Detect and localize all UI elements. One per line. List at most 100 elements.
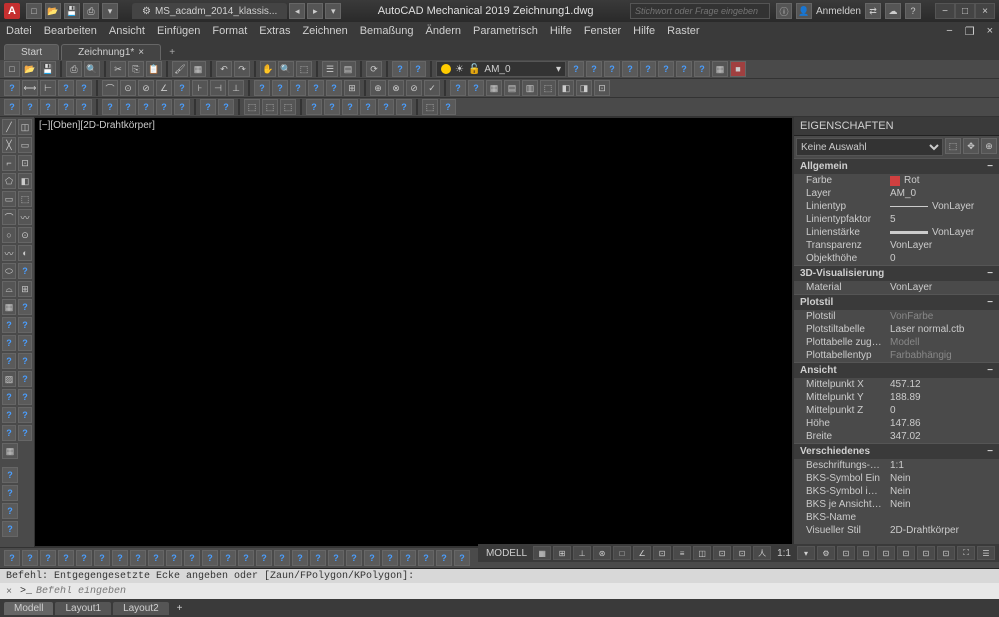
- prop-value[interactable]: Farbabhängig: [886, 350, 999, 361]
- prop-value[interactable]: 347.02: [886, 431, 999, 442]
- polar-toggle[interactable]: ⊛: [593, 546, 611, 560]
- tool-button[interactable]: [18, 317, 32, 333]
- prop-value[interactable]: VonLayer: [886, 282, 999, 293]
- prop-value[interactable]: 1:1: [886, 460, 999, 471]
- drawing-viewport[interactable]: [−][Oben][2D-Drahtkörper]: [34, 117, 793, 547]
- props-section-vis3d[interactable]: 3D-Visualisierung−: [794, 265, 999, 281]
- tool-button[interactable]: [436, 550, 452, 566]
- save-button[interactable]: 💾: [40, 61, 56, 77]
- tool-button[interactable]: [184, 550, 200, 566]
- dim-radius-button[interactable]: ⊙: [120, 80, 136, 96]
- toggle[interactable]: ⊡: [713, 546, 731, 560]
- tool-button[interactable]: [326, 80, 342, 96]
- prop-row[interactable]: LinienstärkeVonLayer: [794, 226, 999, 239]
- zoom-window-button[interactable]: ⬚: [296, 61, 312, 77]
- ellipse-button[interactable]: ⬭: [2, 263, 16, 279]
- tool-button[interactable]: [292, 550, 308, 566]
- tool-button[interactable]: [58, 80, 74, 96]
- tool-button[interactable]: [102, 99, 118, 115]
- customize-button[interactable]: ☰: [977, 546, 995, 560]
- tool-button[interactable]: [274, 550, 290, 566]
- tool-button[interactable]: [18, 299, 32, 315]
- tool-button[interactable]: [156, 99, 172, 115]
- help-search-input[interactable]: [630, 3, 770, 19]
- tool-button[interactable]: [174, 80, 190, 96]
- prop-value[interactable]: Rot: [886, 175, 999, 186]
- tool-button[interactable]: [342, 99, 358, 115]
- toggle[interactable]: ⊡: [733, 546, 751, 560]
- tool-button[interactable]: ✓: [424, 80, 440, 96]
- tool-button[interactable]: [148, 550, 164, 566]
- prop-row[interactable]: Visueller Stil2D-Drahtkörper: [794, 524, 999, 537]
- menu-datei[interactable]: Datei: [6, 25, 32, 37]
- tool-button[interactable]: [324, 99, 340, 115]
- props-section-ansicht[interactable]: Ansicht−: [794, 362, 999, 378]
- tool-button[interactable]: [202, 550, 218, 566]
- prop-row[interactable]: Breite347.02: [794, 430, 999, 443]
- prop-row[interactable]: Mittelpunkt X457.12: [794, 378, 999, 391]
- tool-button[interactable]: [120, 99, 136, 115]
- tab-drawing[interactable]: Zeichnung1*×: [61, 44, 161, 60]
- tool-button[interactable]: [2, 503, 18, 519]
- prop-value[interactable]: Nein: [886, 473, 999, 484]
- tool-button[interactable]: [166, 550, 182, 566]
- preview-button[interactable]: 🔍: [84, 61, 100, 77]
- dropdown-icon[interactable]: ▾: [102, 3, 118, 19]
- tool-button[interactable]: ⊡: [594, 80, 610, 96]
- open-icon[interactable]: 📂: [45, 3, 61, 19]
- tool-button[interactable]: ■: [730, 61, 746, 77]
- prop-value[interactable]: 147.86: [886, 418, 999, 429]
- tool-button[interactable]: [76, 99, 92, 115]
- layout-add-button[interactable]: +: [171, 603, 189, 614]
- prop-value[interactable]: 5: [886, 214, 999, 225]
- tool-button[interactable]: [112, 550, 128, 566]
- menu-einfuegen[interactable]: Einfügen: [157, 25, 200, 37]
- prop-row[interactable]: Mittelpunkt Y188.89: [794, 391, 999, 404]
- ortho-toggle[interactable]: ⊥: [573, 546, 591, 560]
- prop-value[interactable]: VonFarbe: [886, 311, 999, 322]
- prop-value[interactable]: Nein: [886, 499, 999, 510]
- table-button[interactable]: ▦: [2, 443, 18, 459]
- menu-hilfe2[interactable]: Hilfe: [633, 25, 655, 37]
- prop-value[interactable]: VonLayer: [886, 227, 999, 238]
- tool-button[interactable]: ▦: [712, 61, 728, 77]
- tool-button[interactable]: [2, 467, 18, 483]
- selection-dropdown[interactable]: Keine Auswahl: [796, 138, 943, 156]
- polygon-button[interactable]: ⬠: [2, 173, 16, 189]
- prop-row[interactable]: BKS-Symbol EinNein: [794, 472, 999, 485]
- tool-button[interactable]: [2, 425, 16, 441]
- doc-restore-button[interactable]: ❐: [965, 25, 975, 38]
- tool-button[interactable]: [396, 99, 412, 115]
- dim-button[interactable]: ⊥: [228, 80, 244, 96]
- props-section-verschiedenes[interactable]: Verschiedenes−: [794, 443, 999, 459]
- tool-button[interactable]: [450, 80, 466, 96]
- spline-button[interactable]: 〰: [2, 245, 16, 261]
- viewport-label[interactable]: [−][Oben][2D-Drahtkörper]: [39, 120, 155, 131]
- toggle[interactable]: ⊡: [857, 546, 875, 560]
- tool-button[interactable]: [454, 550, 470, 566]
- tool-button[interactable]: ▦: [486, 80, 502, 96]
- tab-add-button[interactable]: +: [163, 44, 181, 60]
- menu-hilfe[interactable]: Hilfe: [550, 25, 572, 37]
- tool-button[interactable]: [658, 61, 674, 77]
- tool-button[interactable]: ⬚: [422, 99, 438, 115]
- tool-button[interactable]: ⊡: [18, 155, 32, 171]
- tool-button[interactable]: [2, 353, 16, 369]
- tool-button[interactable]: [382, 550, 398, 566]
- block-button[interactable]: ▦: [190, 61, 206, 77]
- prop-row[interactable]: BKS-Name: [794, 511, 999, 524]
- tool-button[interactable]: [200, 99, 216, 115]
- help-icon[interactable]: ?: [905, 3, 921, 19]
- tool-button[interactable]: [22, 99, 38, 115]
- pickadd-icon[interactable]: ⊕: [981, 138, 997, 154]
- login-label[interactable]: Anmelden: [816, 6, 861, 17]
- tool-button[interactable]: [308, 80, 324, 96]
- prop-value[interactable]: Modell: [886, 337, 999, 348]
- app-logo[interactable]: A: [4, 3, 20, 19]
- anno-scale[interactable]: 1:1: [773, 548, 795, 559]
- tab-close-icon[interactable]: ×: [138, 47, 144, 58]
- menu-bearbeiten[interactable]: Bearbeiten: [44, 25, 97, 37]
- user-icon[interactable]: 👤: [796, 3, 812, 19]
- tool-button[interactable]: [18, 335, 32, 351]
- xline-button[interactable]: ╳: [2, 137, 16, 153]
